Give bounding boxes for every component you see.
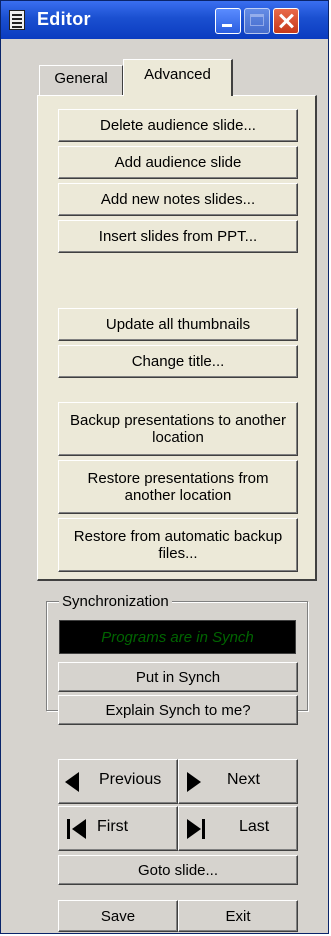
last-bar-icon — [202, 819, 205, 839]
update-thumbnails-button[interactable]: Update all thumbnails — [58, 308, 298, 341]
tab-advanced[interactable]: Advanced — [123, 59, 233, 96]
goto-slide-button[interactable]: Goto slide... — [58, 855, 298, 885]
previous-button[interactable]: Previous — [58, 759, 178, 804]
put-in-synch-button[interactable]: Put in Synch — [58, 662, 298, 692]
last-button[interactable]: Last — [178, 806, 298, 851]
restore-presentations-button[interactable]: Restore presentations from another locat… — [58, 460, 298, 514]
close-button[interactable] — [273, 8, 299, 34]
change-title-button[interactable]: Change title... — [58, 345, 298, 378]
arrow-left-icon — [65, 772, 79, 792]
document-icon — [9, 10, 25, 30]
maximize-button — [244, 8, 270, 34]
first-button[interactable]: First — [58, 806, 178, 851]
editor-window: Editor General Advanced Delete audience … — [0, 0, 329, 934]
insert-slides-from-ppt-button[interactable]: Insert slides from PPT... — [58, 220, 298, 253]
arrow-right-icon — [187, 819, 201, 839]
explain-synch-button[interactable]: Explain Synch to me? — [58, 695, 298, 725]
restore-automatic-backup-button[interactable]: Restore from automatic backup files... — [58, 518, 298, 572]
add-notes-slides-button[interactable]: Add new notes slides... — [58, 183, 298, 216]
add-audience-slide-button[interactable]: Add audience slide — [58, 146, 298, 179]
minimize-button[interactable] — [215, 8, 241, 34]
exit-button[interactable]: Exit — [178, 900, 298, 932]
next-button[interactable]: Next — [178, 759, 298, 804]
save-button[interactable]: Save — [58, 900, 178, 932]
advanced-panel: Delete audience slide... Add audience sl… — [37, 95, 317, 581]
tab-general[interactable]: General — [39, 65, 123, 95]
synchronization-label: Synchronization — [59, 593, 172, 610]
synch-status-display: Programs are in Synch — [59, 620, 296, 654]
delete-audience-slide-button[interactable]: Delete audience slide... — [58, 109, 298, 142]
backup-presentations-button[interactable]: Backup presentations to another location — [58, 402, 298, 456]
title-bar[interactable]: Editor — [1, 1, 328, 39]
window-title: Editor — [37, 9, 91, 29]
arrow-right-icon — [187, 772, 201, 792]
first-bar-icon — [67, 819, 70, 839]
arrow-left-icon — [72, 819, 86, 839]
